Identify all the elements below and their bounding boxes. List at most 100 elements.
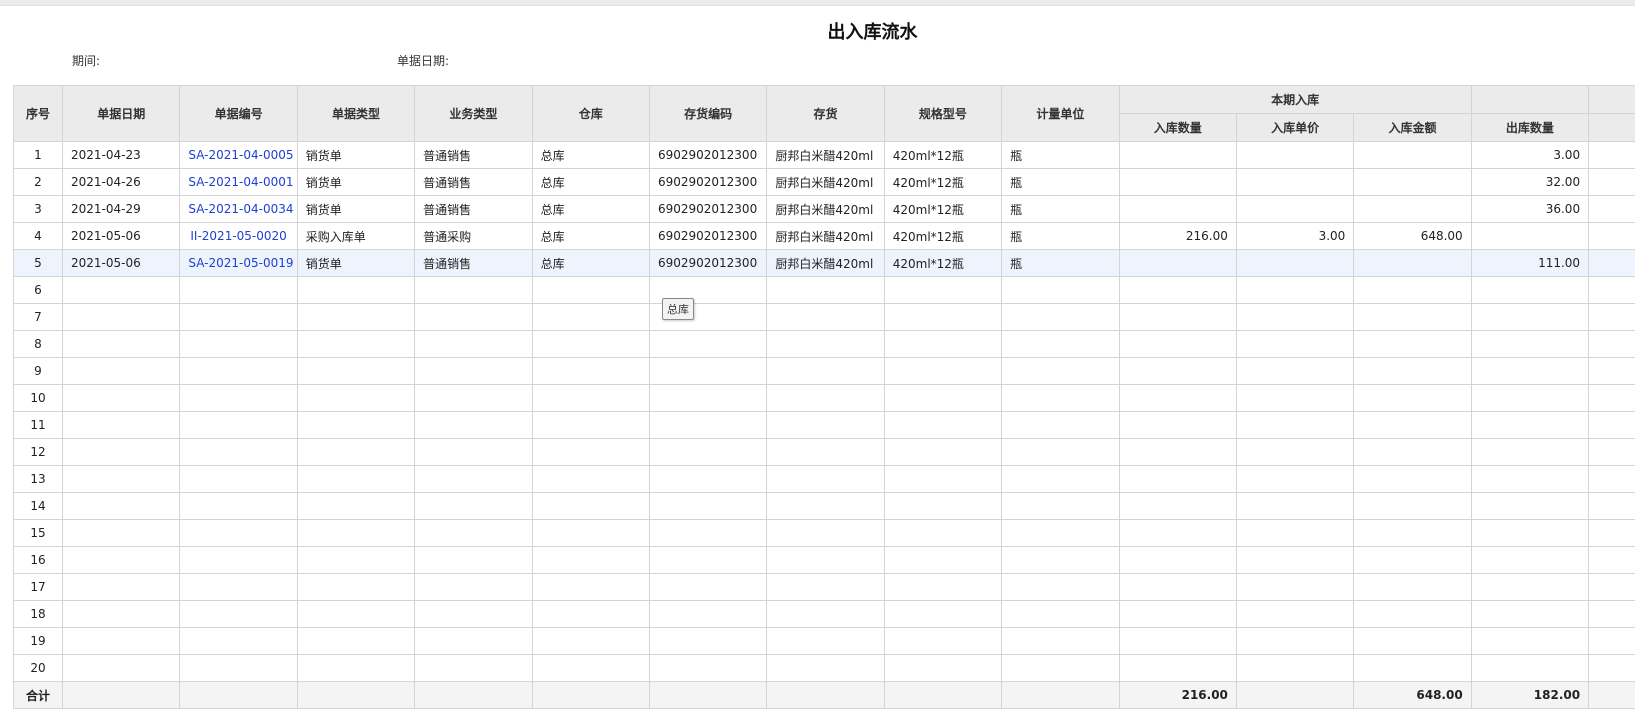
empty-cell[interactable] <box>1588 600 1635 628</box>
empty-row[interactable]: 10 <box>13 384 1635 412</box>
empty-cell[interactable] <box>531 492 650 520</box>
empty-cell[interactable] <box>1353 573 1472 601</box>
empty-cell[interactable] <box>179 654 298 682</box>
empty-cell[interactable] <box>296 465 416 493</box>
empty-cell[interactable] <box>1588 438 1635 466</box>
empty-cell[interactable] <box>296 600 416 628</box>
empty-cell[interactable] <box>766 519 885 547</box>
empty-cell[interactable] <box>1588 546 1635 574</box>
empty-cell[interactable] <box>1001 465 1120 493</box>
empty-cell[interactable] <box>766 303 885 331</box>
empty-cell[interactable] <box>1235 465 1355 493</box>
empty-cell[interactable] <box>1235 384 1355 412</box>
empty-cell[interactable] <box>179 627 298 655</box>
empty-cell[interactable] <box>1588 303 1635 331</box>
empty-cell[interactable] <box>296 330 416 358</box>
empty-cell[interactable] <box>1001 600 1120 628</box>
empty-cell[interactable] <box>1470 438 1590 466</box>
empty-cell[interactable] <box>1353 654 1472 682</box>
empty-row[interactable]: 17 <box>13 573 1635 601</box>
empty-cell[interactable] <box>179 357 298 385</box>
empty-cell[interactable] <box>1470 384 1590 412</box>
empty-cell[interactable] <box>1353 627 1472 655</box>
empty-cell[interactable] <box>1001 492 1120 520</box>
empty-cell[interactable] <box>179 519 298 547</box>
empty-cell[interactable] <box>61 546 181 574</box>
empty-cell[interactable] <box>648 573 768 601</box>
empty-cell[interactable] <box>531 600 650 628</box>
ledger-grid-viewport[interactable]: 序号 单据日期 单据编号 单据类型 业务类型 仓库 存货编码 存货 规格型号 计… <box>13 85 1635 728</box>
empty-cell[interactable] <box>1353 546 1472 574</box>
empty-cell[interactable] <box>61 357 181 385</box>
empty-cell[interactable] <box>61 276 181 304</box>
empty-cell[interactable] <box>414 330 533 358</box>
empty-cell[interactable] <box>648 465 768 493</box>
empty-cell[interactable] <box>61 627 181 655</box>
empty-cell[interactable] <box>648 330 768 358</box>
empty-cell[interactable] <box>1353 411 1472 439</box>
empty-cell[interactable] <box>1235 492 1355 520</box>
empty-cell[interactable] <box>414 465 533 493</box>
empty-cell[interactable] <box>531 330 650 358</box>
empty-cell[interactable] <box>179 465 298 493</box>
empty-cell[interactable] <box>883 627 1003 655</box>
empty-cell[interactable] <box>414 357 533 385</box>
empty-cell[interactable] <box>1235 546 1355 574</box>
col-header-in-price[interactable]: 入库单价 <box>1235 113 1355 142</box>
empty-cell[interactable] <box>1118 519 1237 547</box>
empty-cell[interactable] <box>883 276 1003 304</box>
empty-cell[interactable] <box>179 573 298 601</box>
doc-number-link[interactable]: SA-2021-04-0001 <box>179 168 298 196</box>
empty-cell[interactable] <box>766 276 885 304</box>
empty-cell[interactable] <box>1001 384 1120 412</box>
empty-cell[interactable] <box>179 276 298 304</box>
empty-cell[interactable] <box>766 357 885 385</box>
empty-cell[interactable] <box>648 627 768 655</box>
empty-cell[interactable] <box>883 546 1003 574</box>
empty-cell[interactable] <box>648 654 768 682</box>
empty-cell[interactable] <box>1470 411 1590 439</box>
empty-cell[interactable] <box>1470 492 1590 520</box>
empty-cell[interactable] <box>1118 411 1237 439</box>
col-header-doc-date[interactable]: 单据日期 <box>61 85 181 142</box>
empty-cell[interactable] <box>1353 438 1472 466</box>
table-row[interactable]: 1 2021-04-23 SA-2021-04-0005 销货单 普通销售 总库 69029… <box>13 141 1635 169</box>
empty-cell[interactable] <box>296 519 416 547</box>
empty-cell[interactable] <box>1001 357 1120 385</box>
empty-cell[interactable] <box>883 438 1003 466</box>
empty-cell[interactable] <box>1588 357 1635 385</box>
empty-cell[interactable] <box>179 303 298 331</box>
empty-cell[interactable] <box>1588 627 1635 655</box>
empty-cell[interactable] <box>766 492 885 520</box>
empty-cell[interactable] <box>531 654 650 682</box>
empty-row[interactable]: 18 <box>13 600 1635 628</box>
empty-cell[interactable] <box>1588 330 1635 358</box>
empty-cell[interactable] <box>648 600 768 628</box>
empty-cell[interactable] <box>414 519 533 547</box>
doc-number-link[interactable]: SA-2021-04-0034 <box>179 195 298 223</box>
empty-cell[interactable] <box>1353 519 1472 547</box>
empty-cell[interactable] <box>1235 627 1355 655</box>
empty-cell[interactable] <box>531 303 650 331</box>
empty-cell[interactable] <box>1118 303 1237 331</box>
empty-cell[interactable] <box>1001 654 1120 682</box>
table-row[interactable]: 3 2021-04-29 SA-2021-04-0034 销货单 普通销售 总库 69029… <box>13 195 1635 223</box>
empty-cell[interactable] <box>648 438 768 466</box>
empty-cell[interactable] <box>414 654 533 682</box>
empty-cell[interactable] <box>1118 438 1237 466</box>
empty-cell[interactable] <box>883 519 1003 547</box>
empty-cell[interactable] <box>414 438 533 466</box>
empty-cell[interactable] <box>648 357 768 385</box>
empty-cell[interactable] <box>648 519 768 547</box>
empty-cell[interactable] <box>1235 438 1355 466</box>
empty-cell[interactable] <box>1470 573 1590 601</box>
empty-cell[interactable] <box>1235 573 1355 601</box>
empty-cell[interactable] <box>296 357 416 385</box>
empty-cell[interactable] <box>531 276 650 304</box>
empty-cell[interactable] <box>766 411 885 439</box>
table-row[interactable]: 4 2021-05-06 II-2021-05-0020 采购入库单 普通采购 总库 690… <box>13 222 1635 250</box>
empty-cell[interactable] <box>1588 573 1635 601</box>
empty-cell[interactable] <box>61 465 181 493</box>
empty-cell[interactable] <box>179 330 298 358</box>
empty-cell[interactable] <box>1588 411 1635 439</box>
